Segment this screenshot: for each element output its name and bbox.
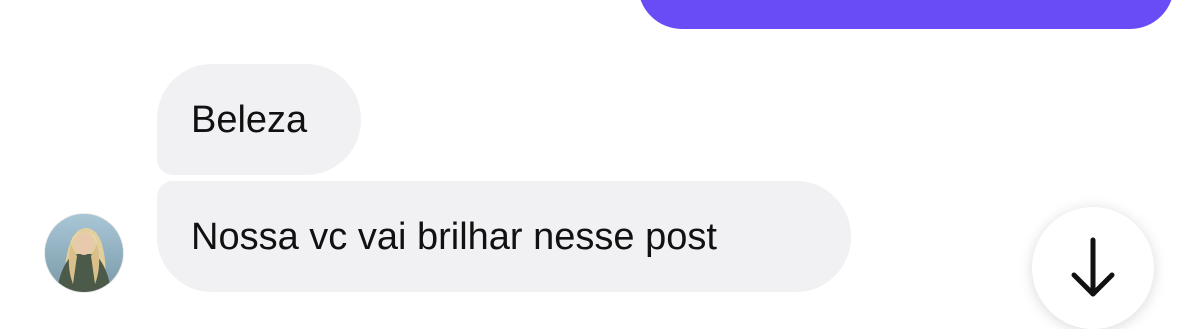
- arrow-down-icon: [1071, 237, 1115, 297]
- incoming-message-bubble[interactable]: Beleza: [157, 64, 361, 175]
- incoming-message-bubble[interactable]: Nossa vc vai brilhar nesse post: [157, 181, 851, 292]
- message-text: Beleza: [191, 98, 308, 141]
- contact-avatar-photo: [45, 214, 123, 292]
- scroll-to-bottom-button[interactable]: [1032, 207, 1154, 329]
- message-text: Nossa vc vai brilhar nesse post: [191, 215, 717, 258]
- contact-avatar[interactable]: [45, 214, 123, 292]
- outgoing-message-bubble[interactable]: [638, 0, 1174, 29]
